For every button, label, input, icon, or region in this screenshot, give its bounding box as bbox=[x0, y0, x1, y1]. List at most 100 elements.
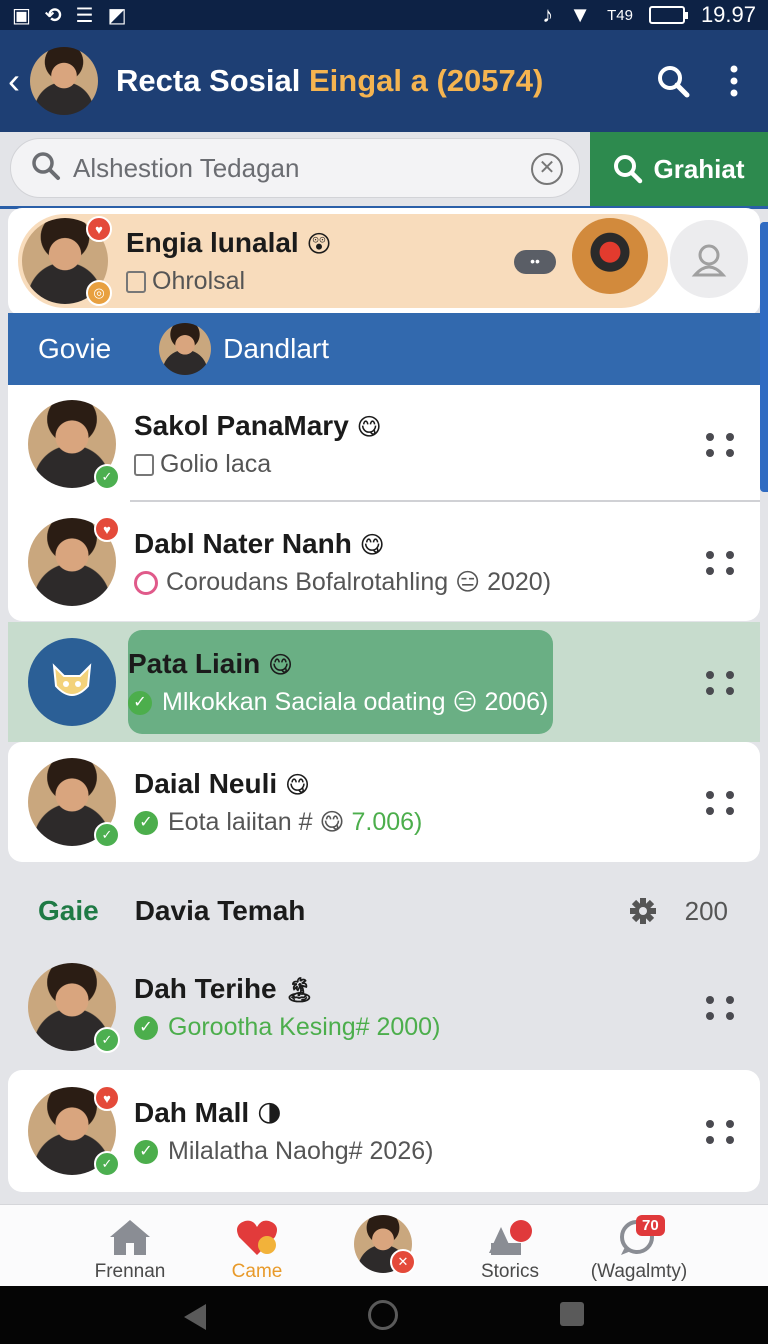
bottom-nav: Frennan Came ✕ Storics 70 (Wagalmty) bbox=[0, 1204, 768, 1286]
status-badge: ◎ bbox=[86, 280, 112, 306]
system-home-button[interactable] bbox=[368, 1300, 398, 1330]
nav-messages[interactable]: 70 (Wagalmty) bbox=[580, 1205, 698, 1287]
nav-home[interactable]: Frennan bbox=[92, 1205, 168, 1287]
timer-icon bbox=[134, 570, 158, 595]
contact-name: Sakol PanaMary 😋 bbox=[134, 409, 382, 441]
app-screen: ▣ ⟲ ☰ ◩ ♪ ▼ T49 19.97 ‹ Recta Sosial Ein… bbox=[0, 0, 768, 1344]
chat-preview: Coroudans Bofalrotahling 😑 2020) bbox=[134, 568, 551, 597]
chat-preview: ✓ Eota laiitan # 😋 7.006) bbox=[134, 808, 422, 837]
heart-icon bbox=[237, 1220, 277, 1255]
divider bbox=[130, 500, 760, 502]
chat-item[interactable]: ✓ Sakol PanaMary 😋 Golio laca bbox=[8, 385, 760, 503]
more-options-icon[interactable] bbox=[706, 671, 734, 695]
system-back-button[interactable] bbox=[184, 1304, 206, 1330]
contact-name: Engia lunalal 😲 bbox=[126, 226, 332, 258]
chat-item[interactable]: ✓ Daial Neuli 😋 ✓ Eota laiitan # 😋 7.006) bbox=[8, 742, 760, 862]
avatar: ✓ bbox=[28, 963, 120, 1053]
chat-text: Daial Neuli 😋 ✓ Eota laiitan # 😋 7.006) bbox=[134, 768, 422, 837]
online-badge: ✓ bbox=[94, 1027, 120, 1053]
battery-icon bbox=[648, 6, 688, 24]
page-title: Recta Sosial Eingal a (20574) bbox=[116, 63, 543, 99]
back-button[interactable]: ‹ bbox=[0, 60, 28, 102]
tab-govie[interactable]: Govie bbox=[38, 333, 111, 365]
chat-preview: ✓ Mlkokkan Saciala odating 😑 2006) bbox=[128, 688, 548, 717]
mute-icon: ♪ bbox=[542, 2, 554, 27]
chat-preview: ✓ Milalatha Naohg# 2026) bbox=[134, 1137, 433, 1166]
nav-stories[interactable]: Storics bbox=[470, 1205, 550, 1287]
avatar: ♥ ✓ bbox=[28, 1085, 120, 1177]
status-badge: ✕ bbox=[390, 1249, 416, 1275]
contact-name: Daial Neuli 😋 bbox=[134, 767, 310, 799]
home-icon bbox=[110, 1220, 150, 1255]
chat-text: Dah Mall 🌗 ✓ Milalatha Naohg# 2026) bbox=[134, 1097, 433, 1166]
online-badge: ✓ bbox=[94, 464, 120, 490]
chat-text: Pata Liain 😋 ✓ Mlkokkan Saciala odating 😑… bbox=[128, 648, 548, 717]
chat-preview: Ohrolsal bbox=[126, 267, 332, 296]
more-options-icon[interactable] bbox=[706, 551, 734, 575]
contact-name: Dah Mall 🌗 bbox=[134, 1096, 282, 1128]
more-options-icon[interactable] bbox=[706, 996, 734, 1020]
notifications-icon: ☰ bbox=[75, 4, 94, 27]
contact-name: Dah Terihe 🏝 bbox=[134, 972, 315, 1004]
avatar[interactable] bbox=[30, 47, 98, 115]
avatar bbox=[28, 638, 116, 726]
check-icon: ✓ bbox=[134, 1015, 158, 1040]
online-badge: ✓ bbox=[94, 822, 120, 848]
chat-item-selected[interactable]: Pata Liain 😋 ✓ Mlkokkan Saciala odating 😑… bbox=[8, 622, 760, 742]
tab-dandlart[interactable]: Dandlart bbox=[159, 323, 329, 375]
avatar bbox=[159, 323, 212, 375]
search-icon[interactable] bbox=[656, 64, 690, 98]
app-bar: ‹ Recta Sosial Eingal a (20574) bbox=[0, 30, 768, 132]
pinned-chat[interactable]: ♥ ◎ Engia lunalal 😲 Ohrolsal •• bbox=[8, 208, 760, 316]
sync-icon: ⟲ bbox=[44, 4, 62, 27]
search-button[interactable]: Grahiat bbox=[590, 132, 768, 206]
app-bar-actions bbox=[656, 64, 738, 98]
section-label[interactable]: Gaie bbox=[38, 895, 99, 927]
search-row: ✕ Grahiat bbox=[0, 132, 768, 206]
tab-label: Dandlart bbox=[223, 333, 329, 364]
flag-icon: ◩ bbox=[107, 4, 127, 27]
search-icon bbox=[31, 151, 61, 186]
check-icon: ✓ bbox=[128, 690, 152, 715]
section-count: 200 bbox=[684, 895, 728, 926]
pinned-chat-pill[interactable]: ♥ ◎ Engia lunalal 😲 Ohrolsal bbox=[18, 214, 668, 308]
pinned-chat-text: Engia lunalal 😲 Ohrolsal bbox=[126, 227, 332, 296]
more-options-icon[interactable] bbox=[706, 433, 734, 457]
document-icon bbox=[134, 453, 154, 476]
title-main: Recta Sosial bbox=[116, 63, 301, 98]
nav-label: Frennan bbox=[94, 1261, 166, 1282]
nav-game[interactable]: Came bbox=[222, 1205, 292, 1287]
chat-preview: Golio laca bbox=[134, 450, 382, 479]
section-meta: 200 bbox=[627, 895, 728, 927]
scroll-indicator[interactable] bbox=[760, 222, 768, 492]
chat-item[interactable]: ♥ ✓ Dah Mall 🌗 ✓ Milalatha Naohg# 2026) bbox=[8, 1070, 760, 1192]
system-nav-bar bbox=[0, 1286, 768, 1344]
status-badge: ♥ bbox=[94, 516, 120, 542]
nav-label: (Wagalmty) bbox=[590, 1261, 688, 1282]
chat-text: Dah Terihe 🏝 ✓ Gorootha Kesing# 2000) bbox=[134, 973, 440, 1042]
more-options-icon[interactable] bbox=[706, 791, 734, 815]
chat-text: Sakol PanaMary 😋 Golio laca bbox=[134, 410, 382, 479]
search-input[interactable] bbox=[73, 152, 503, 184]
search-button-label: Grahiat bbox=[653, 153, 745, 184]
unread-badge: 70 bbox=[636, 1215, 665, 1236]
more-options-icon[interactable] bbox=[706, 1120, 734, 1144]
wifi-icon: ▼ bbox=[569, 2, 592, 27]
nav-label: Storics bbox=[480, 1261, 540, 1282]
tab-strip: Govie Dandlart bbox=[8, 313, 760, 385]
add-contact-icon[interactable] bbox=[670, 220, 748, 298]
chat-item[interactable]: ♥ Dabl Nater Nanh 😋 Coroudans Bofalrotah… bbox=[8, 503, 760, 621]
sticker-image[interactable] bbox=[572, 218, 648, 294]
contact-name: Dabl Nater Nanh 😋 bbox=[134, 527, 385, 559]
gear-icon bbox=[629, 898, 656, 924]
search-box: ✕ bbox=[10, 138, 580, 198]
status-bar: ▣ ⟲ ☰ ◩ ♪ ▼ T49 19.97 bbox=[0, 0, 768, 30]
status-icons-left: ▣ ⟲ ☰ ◩ bbox=[12, 3, 127, 28]
system-recents-button[interactable] bbox=[560, 1302, 584, 1326]
more-vert-icon[interactable] bbox=[730, 65, 738, 97]
clear-search-icon[interactable]: ✕ bbox=[531, 153, 563, 185]
avatar: ♥ ◎ bbox=[22, 216, 112, 306]
title-accent: Eingal a (20574) bbox=[309, 63, 544, 98]
nav-profile[interactable]: ✕ bbox=[348, 1205, 418, 1287]
chat-item[interactable]: ✓ Dah Terihe 🏝 ✓ Gorootha Kesing# 2000) bbox=[8, 948, 760, 1066]
